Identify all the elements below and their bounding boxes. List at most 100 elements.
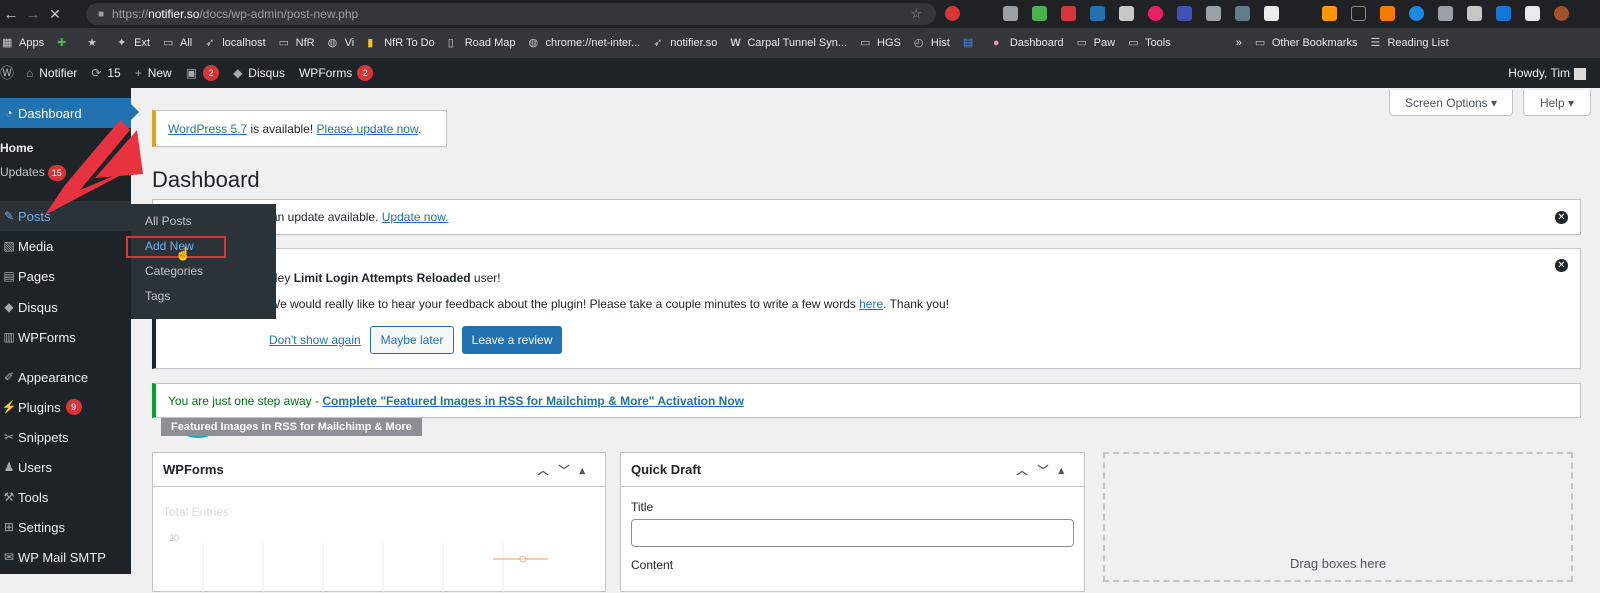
help-button[interactable]: Help ▾ xyxy=(1523,90,1591,116)
sidebar-item-users[interactable]: ♟ Users xyxy=(0,452,131,482)
paintbrush-icon: ✐ xyxy=(3,370,15,384)
main-content: Screen Options ▾ Help ▾ WordPress 5.7 is… xyxy=(131,88,1600,593)
extension-icon[interactable] xyxy=(1496,6,1511,21)
bookmark-apps[interactable]: ▦ Apps xyxy=(2,37,44,49)
back-icon[interactable]: ← xyxy=(0,6,22,23)
bookmark-other[interactable]: ▭ Other Bookmarks xyxy=(1255,37,1358,49)
bookmark-icon-only[interactable]: ★ xyxy=(87,37,104,49)
flyout-categories[interactable]: Categories xyxy=(145,264,203,278)
puzzle-icon[interactable] xyxy=(1525,6,1540,21)
folder-icon: ▭ xyxy=(1128,37,1139,49)
admin-bar-comments[interactable]: ▣ 2 xyxy=(186,65,220,81)
bookmark-nfr-todo[interactable]: ▮ NfR To Do xyxy=(367,37,435,49)
extension-icon[interactable] xyxy=(1409,6,1424,21)
bookmark-notifier[interactable]: ➶ notifier.so xyxy=(653,37,717,49)
apps-grid-icon: ▦ xyxy=(2,37,13,49)
bookmarks-overflow[interactable]: » xyxy=(1236,37,1242,49)
flyout-all-posts[interactable]: All Posts xyxy=(145,214,192,228)
extension-icon[interactable] xyxy=(1206,6,1221,21)
bookmark-hist[interactable]: ◴ Hist xyxy=(914,37,950,49)
sidebar-item-wpforms[interactable]: ▥ WPForms xyxy=(0,322,131,352)
puzzle-icon: ✦ xyxy=(117,37,127,49)
bookmark-hgs[interactable]: ▭ HGS xyxy=(860,37,901,49)
extension-icon[interactable] xyxy=(1467,6,1482,21)
bookmark-vi[interactable]: ◍ Vi xyxy=(328,37,355,49)
extension-icon[interactable] xyxy=(1090,6,1105,21)
bookmark-ext[interactable]: ✦ Ext xyxy=(117,37,150,49)
bookmark-icon-only[interactable]: ✚ xyxy=(57,37,74,49)
sidebar-item-snippets[interactable]: ✂ Snippets xyxy=(0,422,131,452)
screen-options-button[interactable]: Screen Options ▾ xyxy=(1389,90,1513,116)
bookmark-star-icon[interactable]: ☆ xyxy=(910,6,922,22)
star-icon: ★ xyxy=(87,37,97,49)
admin-bar-disqus[interactable]: ◆ Disqus xyxy=(233,66,285,80)
stop-loading-icon[interactable]: ✕ xyxy=(44,6,66,23)
widget-controls[interactable]: ︿﹀▴ xyxy=(537,462,595,478)
bookmark-localhost[interactable]: ➶ localhost xyxy=(205,37,265,49)
plugin-update-link[interactable]: Update now. xyxy=(382,210,449,224)
extension-icon[interactable] xyxy=(1322,6,1337,21)
bookmark-dashboard[interactable]: ● Dashboard xyxy=(993,37,1064,49)
bookmark-tools[interactable]: ▭ Tools xyxy=(1128,37,1171,49)
dismiss-icon[interactable]: ✕ xyxy=(1555,259,1568,272)
flyout-tags[interactable]: Tags xyxy=(145,289,170,303)
rss-activation-link[interactable]: Complete "Featured Images in RSS for Mai… xyxy=(322,394,744,408)
folder-icon: ▭ xyxy=(1254,37,1266,49)
widget-controls[interactable]: ︿﹀▴ xyxy=(1016,462,1074,478)
extension-icon[interactable] xyxy=(1235,6,1250,21)
bookmark-docs-icon[interactable]: ▤ xyxy=(963,37,980,49)
profile-avatar[interactable] xyxy=(1554,6,1569,21)
extension-icon[interactable] xyxy=(1119,6,1134,21)
sidebar-sub-home[interactable]: Home xyxy=(0,141,33,155)
sidebar-item-settings[interactable]: ⊞ Settings xyxy=(0,512,131,542)
extension-icon[interactable] xyxy=(1264,6,1279,21)
extension-icon[interactable] xyxy=(1003,6,1018,21)
extension-icon[interactable] xyxy=(945,6,960,21)
folder-icon: ▭ xyxy=(1076,37,1088,49)
mouse-pointer-icon: ☝ xyxy=(175,246,192,261)
plugin-update-notice: an update available. Update now. ✕ xyxy=(152,199,1581,235)
extension-icon[interactable] xyxy=(1032,6,1047,21)
red-arrow-annotation xyxy=(45,120,143,215)
update-now-link[interactable]: Please update now xyxy=(317,122,418,136)
wp-logo-icon[interactable]: Ⓦ xyxy=(0,63,14,83)
admin-bar-site[interactable]: ⌂ Notifier xyxy=(26,66,77,80)
bookmark-all[interactable]: ▭ All xyxy=(163,37,192,49)
bookmark-carpal[interactable]: W Carpal Tunnel Syn... xyxy=(730,37,847,49)
widget-header: WPForms ︿﹀▴ xyxy=(153,453,605,487)
forward-icon[interactable]: → xyxy=(22,6,44,23)
here-link[interactable]: here xyxy=(859,297,883,311)
extension-icon[interactable] xyxy=(1148,6,1163,21)
admin-bar-updates[interactable]: ⟳ 15 xyxy=(91,66,120,80)
extension-icon[interactable] xyxy=(1061,6,1076,21)
maybe-later-button[interactable]: Maybe later xyxy=(370,326,454,354)
posts-flyout-menu: All Posts Add New Categories Tags xyxy=(131,204,276,319)
bookmark-nfr[interactable]: ▭ NfR xyxy=(279,37,315,49)
dont-show-again-link[interactable]: Don't show again xyxy=(269,333,361,347)
admin-bar-account[interactable]: Howdy, Tim xyxy=(1508,66,1586,80)
draft-title-input[interactable] xyxy=(631,519,1074,547)
sidebar-item-tools[interactable]: ⚒ Tools xyxy=(0,482,131,512)
sidebar-item-appearance[interactable]: ✐ Appearance xyxy=(0,362,131,392)
sidebar-item-pages[interactable]: ▤ Pages xyxy=(0,261,131,291)
sidebar-item-plugins[interactable]: ⚡ Plugins 9 xyxy=(0,392,131,422)
wp-version-link[interactable]: WordPress 5.7 xyxy=(168,122,247,136)
extension-icon[interactable] xyxy=(1351,6,1366,21)
sidebar-item-disqus[interactable]: ◆ Disqus xyxy=(0,292,131,322)
extension-icon[interactable] xyxy=(1438,6,1453,21)
bookmark-chrome-net[interactable]: ◍ chrome://net-inter... xyxy=(529,37,641,49)
title-label: Title xyxy=(631,500,654,514)
dismiss-icon[interactable]: ✕ xyxy=(1555,211,1568,224)
admin-bar-new[interactable]: + New xyxy=(135,66,172,80)
sidebar-item-media[interactable]: ▧ Media xyxy=(0,231,131,261)
address-bar[interactable]: ■ https://notifier.so/docs/wp-admin/post… xyxy=(86,3,936,25)
bookmark-paw[interactable]: ▭ Paw xyxy=(1077,37,1115,49)
bookmark-reading-list[interactable]: ☰ Reading List xyxy=(1370,37,1448,49)
extension-icon[interactable] xyxy=(1177,6,1192,21)
bookmark-road-map[interactable]: ▯ Road Map xyxy=(448,37,516,49)
extension-icon[interactable] xyxy=(1380,6,1395,21)
leave-review-button[interactable]: Leave a review xyxy=(462,326,562,354)
llar-heading: Hey Limit Login Attempts Reloaded user! xyxy=(269,271,501,285)
admin-bar-wpforms[interactable]: WPForms 2 xyxy=(299,65,374,81)
sidebar-item-wp-mail-smtp[interactable]: ✉ WP Mail SMTP xyxy=(0,542,131,572)
